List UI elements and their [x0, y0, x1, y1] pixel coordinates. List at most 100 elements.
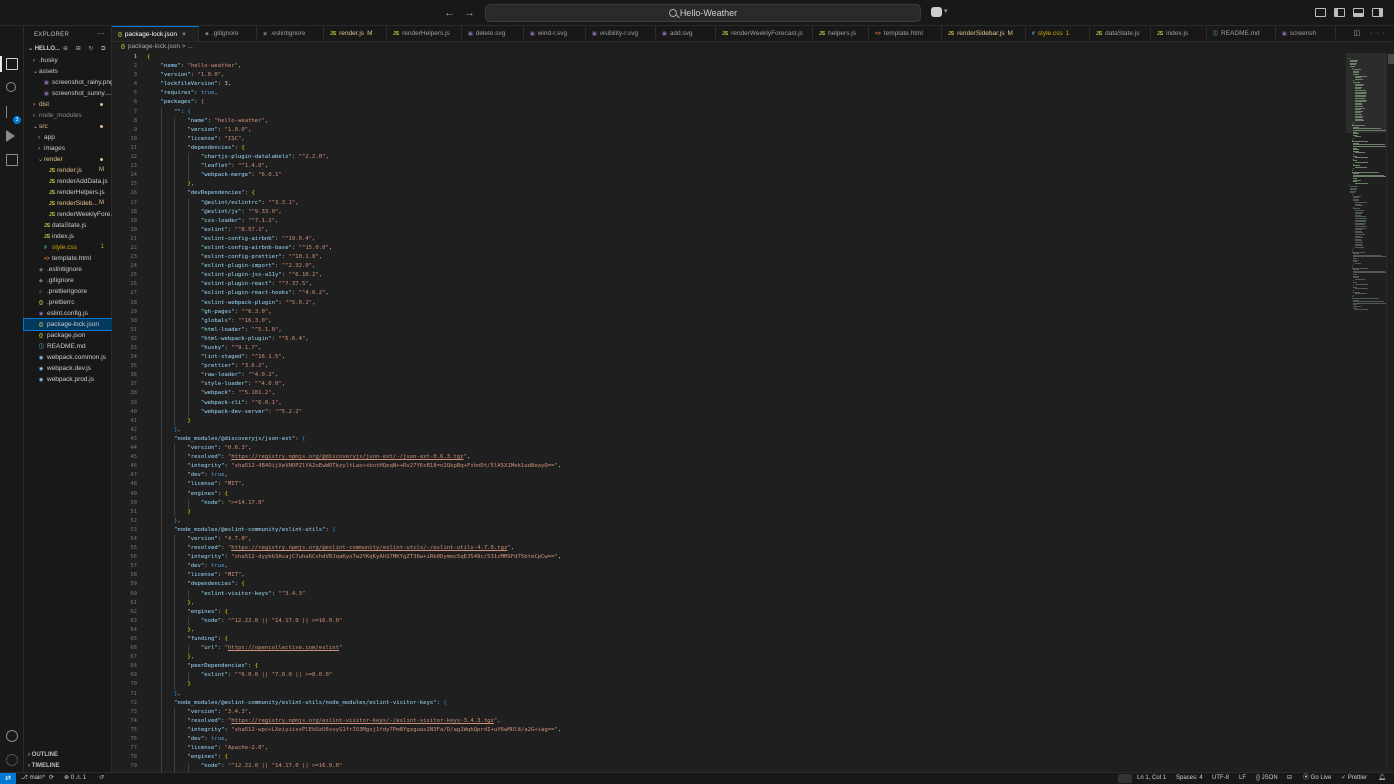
encoding[interactable]: UTF-8: [1212, 773, 1229, 784]
tab[interactable]: ▣ wind-r.svg: [524, 26, 586, 41]
toggle-primary-sidebar-icon[interactable]: [1334, 8, 1345, 17]
code-line[interactable]: },: [147, 690, 1342, 699]
code-line[interactable]: "webpack": "^5.101.2",: [147, 389, 1342, 398]
tree-item[interactable]: ▣ screenshot_rainy.png: [24, 77, 112, 88]
tree-item[interactable]: {} package.json: [24, 330, 112, 341]
code-line[interactable]: "prettier": "3.6.2",: [147, 362, 1342, 371]
tab[interactable]: ▣ screensh: [1276, 26, 1336, 41]
code-line[interactable]: "html-webpack-plugin": "^5.6.4",: [147, 335, 1342, 344]
code-line[interactable]: "integrity": "sha512-dyybb3AcajC7uha6Cvh…: [147, 553, 1342, 562]
code-line[interactable]: "version": "1.0.0",: [147, 126, 1342, 135]
tab[interactable]: JS dataState.js: [1090, 26, 1151, 41]
code-line[interactable]: "peerDependencies": {: [147, 662, 1342, 671]
code-line[interactable]: "html-loader": "^5.1.0",: [147, 326, 1342, 335]
prettier-status[interactable]: ✓ Prettier: [1341, 773, 1367, 784]
search-view-icon[interactable]: [6, 82, 16, 92]
code-line[interactable]: "requires": true,: [147, 89, 1342, 98]
tab[interactable]: ⓘ README.md: [1207, 26, 1276, 41]
code-line[interactable]: "node_modules/@eslint-community/eslint-u…: [147, 699, 1342, 708]
tree-item[interactable]: ▣ screenshot_sunny....: [24, 88, 112, 99]
code-line[interactable]: "eslint": "^8.57.1",: [147, 226, 1342, 235]
tree-item[interactable]: JS render.js M: [24, 165, 112, 176]
extensions-icon[interactable]: [6, 154, 18, 166]
code-line[interactable]: "integrity": "sha512-4B4OijXeVNOPZlYA2oE…: [147, 462, 1342, 471]
copilot-icon[interactable]: [931, 7, 942, 17]
breadcrumb-file[interactable]: package-lock.json: [128, 43, 180, 50]
tree-item[interactable]: <> template.html: [24, 253, 112, 264]
code-line[interactable]: "globals": "^16.3.0",: [147, 317, 1342, 326]
tree-item[interactable]: JS index.js: [24, 231, 112, 242]
code-line[interactable]: "chartjs-plugin-datalabels": "^2.2.0",: [147, 153, 1342, 162]
tree-item[interactable]: JS dataState.js: [24, 220, 112, 231]
code-line[interactable]: },: [147, 426, 1342, 435]
code-line[interactable]: "lockfileVersion": 3,: [147, 80, 1342, 89]
code-line[interactable]: },: [147, 517, 1342, 526]
language-mode[interactable]: {} JSON: [1256, 773, 1278, 784]
tree-item[interactable]: JS renderAddData.js: [24, 176, 112, 187]
code-line[interactable]: "webpack-dev-server": "^5.2.2": [147, 408, 1342, 417]
code-line[interactable]: "eslint-plugin-import": "^2.32.0",: [147, 262, 1342, 271]
code-line[interactable]: "engines": {: [147, 490, 1342, 499]
code-line[interactable]: "gh-pages": "^6.3.0",: [147, 308, 1342, 317]
code-line[interactable]: "node": "^12.22.0 || ^14.17.0 || >=16.0.…: [147, 762, 1342, 771]
tab[interactable]: JS renderHelpers.js: [387, 26, 462, 41]
tab[interactable]: {} package-lock.json ×: [112, 26, 199, 41]
run-debug-icon[interactable]: [6, 130, 15, 142]
tree-item[interactable]: JS renderHelpers.js: [24, 187, 112, 198]
code-line[interactable]: "name": "hello-weather",: [147, 62, 1342, 71]
tree-item[interactable]: ◉ webpack.prod.js: [24, 374, 112, 385]
breadcrumb[interactable]: {} package-lock.json > ...: [112, 43, 193, 53]
code-line[interactable]: "funding": {: [147, 635, 1342, 644]
tree-item[interactable]: ◉ eslint.config.js: [24, 308, 112, 319]
tab[interactable]: # style.css 1: [1026, 26, 1090, 41]
code-line[interactable]: "eslint-plugin-jsx-a11y": "^6.10.2",: [147, 271, 1342, 280]
command-center-search[interactable]: Hello-Weather: [485, 4, 921, 22]
code-content[interactable]: { "name": "hello-weather", "version": "1…: [147, 53, 1342, 772]
gear-icon[interactable]: [6, 754, 18, 766]
close-icon[interactable]: ×: [182, 31, 186, 38]
tree-item[interactable]: ⌄render: [24, 154, 112, 165]
tree-item[interactable]: ◉ .eslintignore: [24, 264, 112, 275]
code-line[interactable]: "engines": {: [147, 608, 1342, 617]
vertical-scrollbar[interactable]: [1386, 53, 1394, 772]
copilot-menu-caret-icon[interactable]: ▾: [944, 7, 948, 15]
code-line[interactable]: "dev": true,: [147, 471, 1342, 480]
code-line[interactable]: "engines": {: [147, 753, 1342, 762]
customize-layout-icon[interactable]: [1315, 8, 1326, 17]
code-line[interactable]: "lint-staged": "^16.1.5",: [147, 353, 1342, 362]
code-line[interactable]: "eslint-plugin-react-hooks": "^4.6.2",: [147, 289, 1342, 298]
cursor-position[interactable]: Ln 1, Col 1: [1137, 773, 1166, 784]
code-line[interactable]: "devDependencies": {: [147, 189, 1342, 198]
code-line[interactable]: "node": ">=14.17.0": [147, 499, 1342, 508]
code-line[interactable]: "webpack-cli": "^6.0.1",: [147, 399, 1342, 408]
scrollbar-thumb[interactable]: [1388, 54, 1394, 64]
tree-item[interactable]: JS renderSideb... M: [24, 198, 112, 209]
zoom-search-icon[interactable]: [1118, 774, 1132, 783]
code-line[interactable]: "dependencies": {: [147, 144, 1342, 153]
timeline-section[interactable]: › TIMELINE: [28, 763, 60, 769]
outline-section[interactable]: › OUTLINE: [28, 752, 58, 758]
code-line[interactable]: }: [147, 417, 1342, 426]
code-line[interactable]: "@eslint/js": "^9.33.0",: [147, 208, 1342, 217]
code-line[interactable]: "raw-loader": "^4.0.2",: [147, 371, 1342, 380]
code-editor[interactable]: 1 2 3 4 5 6 7 8 9 10 11 12 13 14 15 16 17 18 19 20 21 22 23 24 2…: [112, 53, 1346, 772]
tab[interactable]: ▣ add.svg: [656, 26, 716, 41]
minimap[interactable]: [1346, 53, 1386, 772]
explorer-icon[interactable]: [6, 58, 18, 70]
code-line[interactable]: "dependencies": {: [147, 580, 1342, 589]
code-line[interactable]: "packages": {: [147, 98, 1342, 107]
tree-item[interactable]: ≡ .prettierignore: [24, 286, 112, 297]
explorer-actions[interactable]: ⊕ ⊞ ↻ ⧉: [63, 45, 108, 53]
branch-indicator[interactable]: ⎇ main*: [21, 773, 45, 784]
tab[interactable]: JS index.js: [1151, 26, 1207, 41]
toggle-panel-icon[interactable]: [1353, 8, 1364, 17]
code-line[interactable]: "eslint-config-prettier": "^10.1.8",: [147, 253, 1342, 262]
code-line[interactable]: "node_modules/@discoveryjs/json-ext": {: [147, 435, 1342, 444]
code-line[interactable]: "eslint-webpack-plugin": "^5.0.2",: [147, 299, 1342, 308]
code-line[interactable]: "resolved": "https://registry.npmjs.org/…: [147, 544, 1342, 553]
code-line[interactable]: "integrity": "sha512-wpc+LXeiyiisxPlEkUz…: [147, 726, 1342, 735]
tree-item[interactable]: › app: [24, 132, 112, 143]
code-line[interactable]: "resolved": "https://registry.npmjs.org/…: [147, 453, 1342, 462]
indentation[interactable]: Spaces: 4: [1176, 773, 1203, 784]
tree-item[interactable]: ⓘ README.md: [24, 341, 112, 352]
